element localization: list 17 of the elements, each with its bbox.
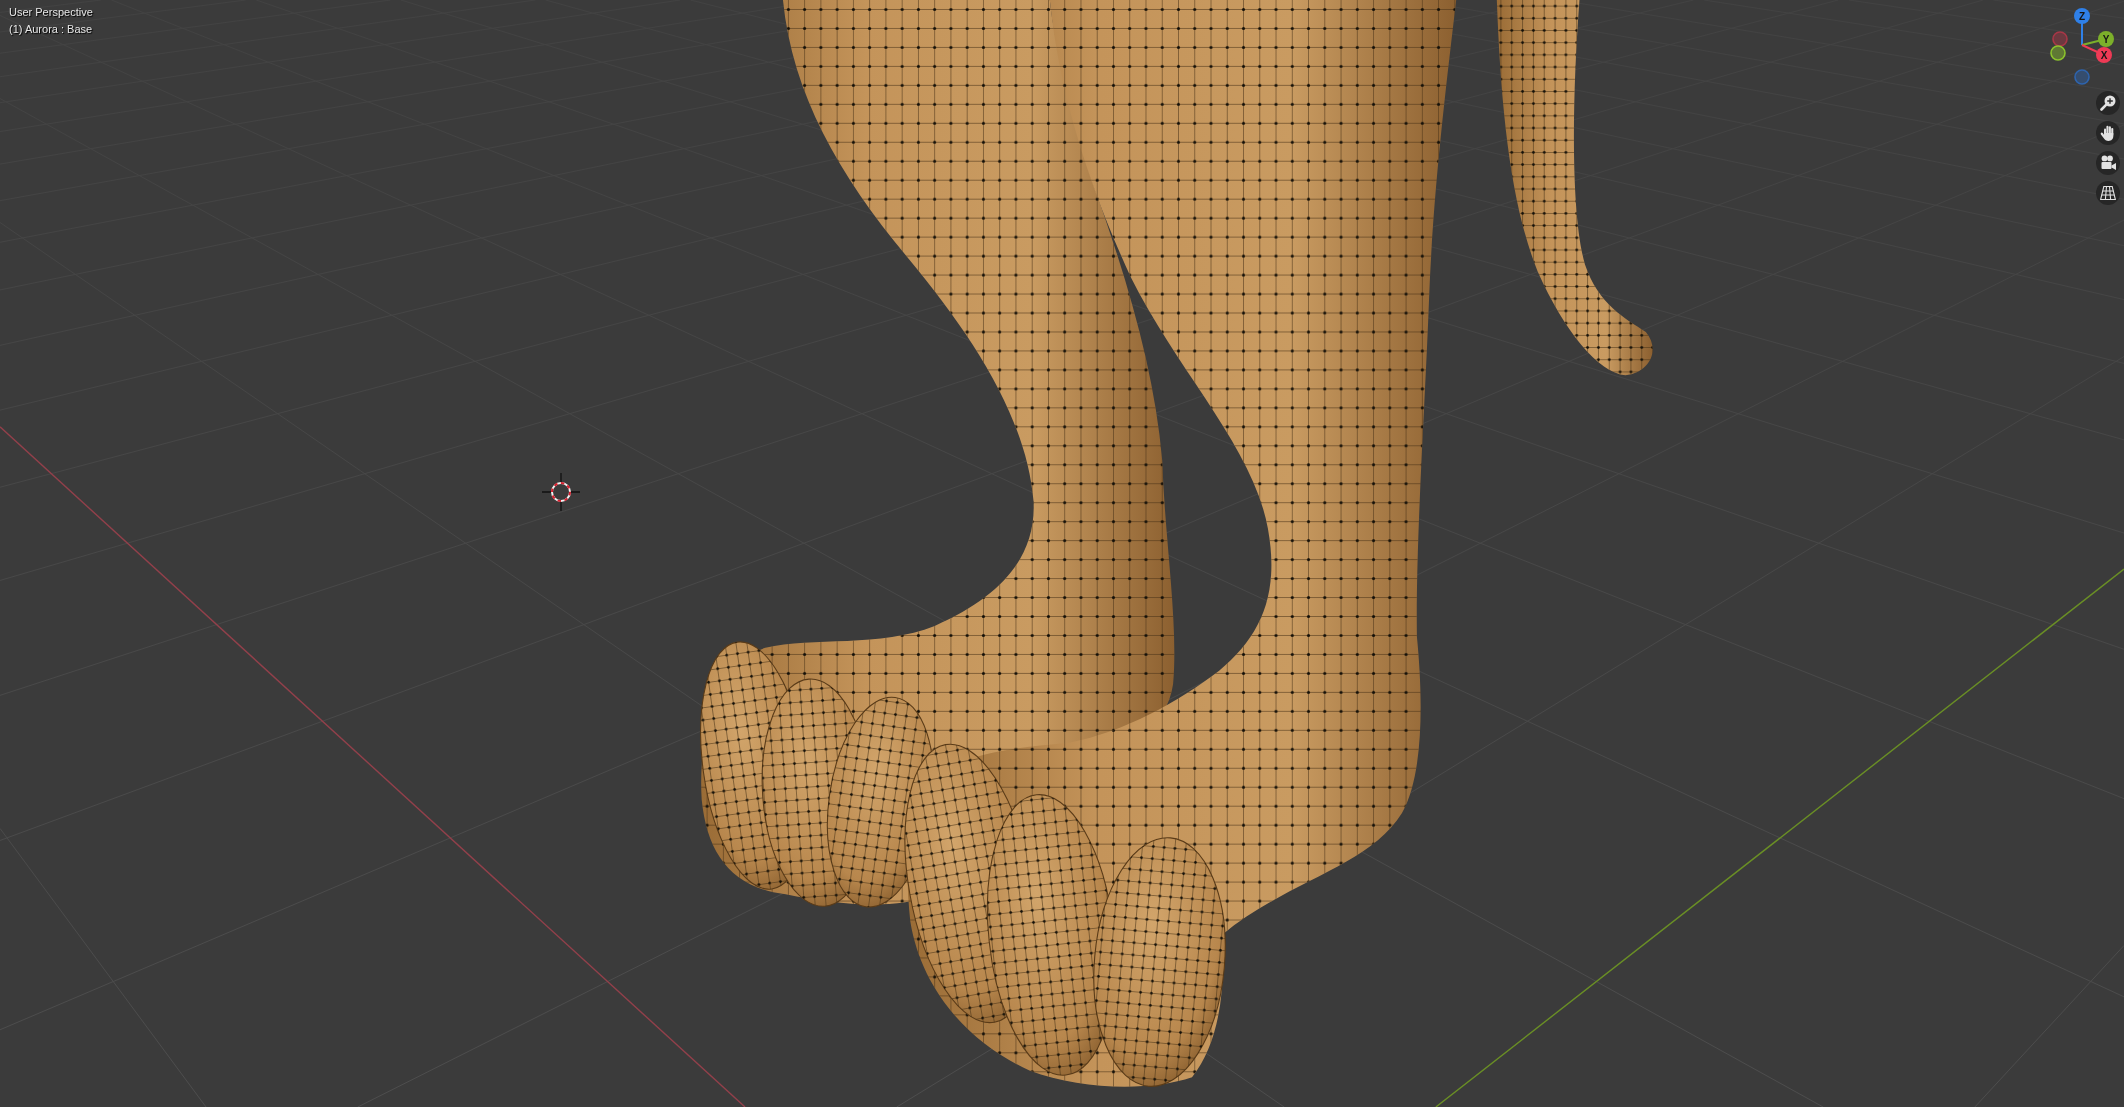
movie-camera-icon: [2100, 155, 2116, 171]
zoom-in-icon: [2100, 95, 2116, 111]
view-toggle-button[interactable]: [2096, 181, 2120, 205]
hand-icon: [2100, 125, 2116, 141]
axis-handle[interactable]: Z: [2074, 8, 2090, 24]
negative-axis-handle[interactable]: [2052, 31, 2068, 47]
axis-handle[interactable]: Y: [2098, 31, 2114, 47]
grid-icon: [2100, 185, 2116, 201]
crosshair-icon: [541, 472, 581, 512]
negative-axis-handle[interactable]: [2074, 69, 2090, 85]
negative-axis-handle[interactable]: [2050, 45, 2066, 61]
pan-button[interactable]: [2096, 121, 2120, 145]
zoom-button[interactable]: [2096, 91, 2120, 115]
view-name-label: User Perspective: [9, 5, 93, 20]
camera-button[interactable]: [2096, 151, 2120, 175]
axis-handle[interactable]: X: [2096, 47, 2112, 63]
object-info-label: (1) Aurora : Base: [9, 22, 93, 37]
